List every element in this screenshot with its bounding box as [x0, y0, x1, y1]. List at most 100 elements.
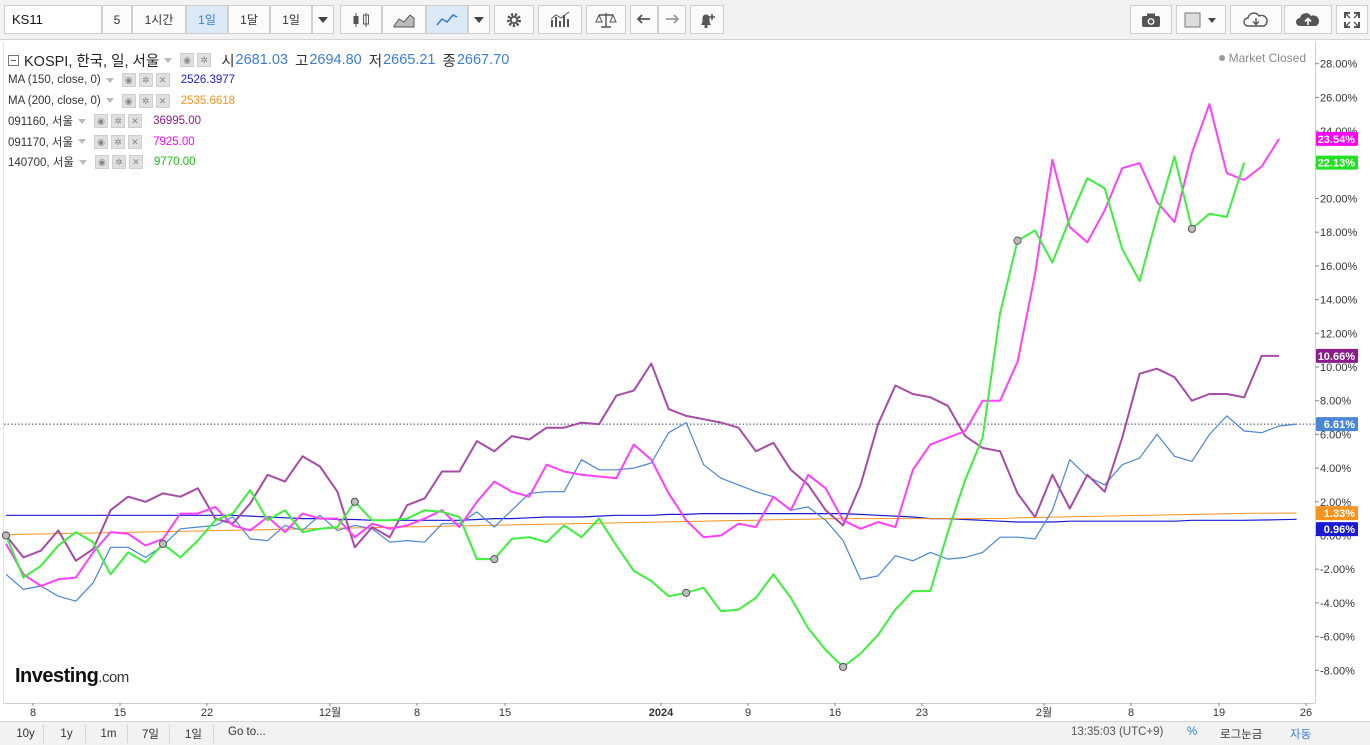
open-label: 시: [221, 53, 235, 70]
x-tick-label: 2024: [649, 707, 674, 719]
low-value: 2665.21: [383, 52, 436, 68]
series-line-091160: [5, 354, 1280, 562]
value-badge-label: 6.61%: [1324, 419, 1355, 431]
x-tick-label: 2월: [1036, 706, 1052, 719]
value-badge-label: 22.13%: [1318, 158, 1356, 170]
y-tick-label: -4.00%: [1320, 598, 1355, 610]
y-tick-label: -2.00%: [1320, 564, 1355, 576]
series-line-091170: [5, 103, 1280, 587]
close-value: 2667.70: [456, 52, 510, 68]
y-tick-label: 6.00%: [1320, 429, 1351, 441]
goto-date-button[interactable]: Go to...: [228, 726, 266, 738]
close-icon[interactable]: ✕: [155, 73, 170, 88]
legend-main-series[interactable]: KOSPI, 한국, 일, 서울 ◉ ✲ 시 2681.03 고 2694.80 저…: [8, 50, 509, 70]
visibility-icon[interactable]: ◉: [180, 53, 195, 67]
legend-item-value: 36995.00: [153, 115, 202, 128]
event-marker: [350, 497, 359, 506]
y-tick-label: -6.00%: [1320, 632, 1355, 644]
range-1y-button[interactable]: 1y: [48, 725, 86, 743]
x-tick-label: 15: [499, 707, 511, 719]
x-tick-label: 15: [114, 707, 126, 719]
y-tick-label: -8.00%: [1320, 665, 1355, 677]
value-badge-label: 10.66%: [1318, 351, 1356, 363]
chevron-down-icon[interactable]: [105, 77, 114, 83]
main-series-name: KOSPI, 한국, 일, 서울: [24, 53, 160, 70]
settings-icon[interactable]: ✲: [138, 73, 153, 88]
x-tick-label: 26: [1300, 707, 1312, 719]
legend-item-label: MA (200, close, 0): [8, 94, 101, 107]
logo-main: Investing: [15, 665, 99, 687]
y-tick-label: 12.00%: [1320, 328, 1358, 340]
chevron-down-icon[interactable]: [78, 159, 87, 165]
bottom-bar: 10y 1y 1m 7일 1일 Go to... 13:35:03 (UTC+9…: [0, 721, 1370, 745]
auto-scale-toggle[interactable]: 자동: [1290, 726, 1311, 742]
y-tick-label: 10.00%: [1320, 362, 1358, 374]
y-tick-label: 14.00%: [1320, 295, 1358, 307]
settings-icon[interactable]: ✲: [111, 134, 126, 149]
y-tick-label: 20.00%: [1320, 194, 1358, 206]
visibility-icon[interactable]: ◉: [94, 134, 109, 149]
y-tick-label: 18.00%: [1320, 227, 1358, 239]
legend-item-ma150[interactable]: MA (150, close, 0) ◉ ✲ ✕ 2526.3977: [8, 70, 509, 91]
event-marker: [682, 588, 691, 597]
value-badge-label: 0.96%: [1324, 524, 1355, 536]
close-label: 종: [442, 53, 456, 70]
close-icon[interactable]: ✕: [128, 114, 143, 129]
x-tick-label: 8: [1128, 707, 1134, 719]
percent-scale-toggle[interactable]: %: [1187, 726, 1197, 738]
range-7d-button[interactable]: 7일: [132, 725, 170, 743]
clock-text: 13:35:03 (UTC+9): [1071, 726, 1164, 738]
y-tick-label: 16.00%: [1320, 261, 1358, 273]
series-line-kospi: [5, 415, 1297, 602]
event-marker: [1187, 224, 1197, 233]
y-tick-label: 4.00%: [1320, 463, 1351, 475]
x-tick-label: 8: [414, 707, 420, 719]
settings-icon[interactable]: ✲: [111, 114, 126, 129]
range-1d-button[interactable]: 1일: [174, 725, 214, 743]
series-line-ma-200: [5, 512, 1297, 536]
legend-item-label: 140700, 서울: [8, 157, 74, 170]
y-tick-label: 28.00%: [1320, 59, 1358, 71]
x-tick-label: 22: [201, 707, 213, 719]
status-dot-icon: [1218, 55, 1225, 61]
event-marker: [1013, 236, 1022, 245]
log-scale-toggle[interactable]: 로그눈금: [1220, 726, 1262, 742]
y-tick-label: 8.00%: [1320, 396, 1351, 408]
legend-item-091160[interactable]: 091160, 서울 ◉ ✲ ✕ 36995.00: [8, 111, 509, 132]
chevron-down-icon[interactable]: [105, 98, 114, 104]
close-icon[interactable]: ✕: [128, 155, 143, 170]
visibility-icon[interactable]: ◉: [121, 93, 136, 108]
series-line-ma-150: [6, 512, 1297, 523]
market-status-text: Market Closed: [1228, 51, 1306, 65]
chevron-down-icon[interactable]: [78, 139, 87, 145]
value-badge-label: 1.33%: [1324, 508, 1355, 520]
close-icon[interactable]: ✕: [155, 93, 170, 108]
legend-item-091170[interactable]: 091170, 서울 ◉ ✲ ✕ 7925.00: [8, 132, 509, 153]
range-10y-button[interactable]: 10y: [8, 725, 44, 743]
open-value: 2681.03: [235, 52, 288, 68]
event-marker: [1, 531, 11, 540]
legend-item-140700[interactable]: 140700, 서울 ◉ ✲ ✕ 9770.00: [8, 152, 509, 173]
legend-item-ma200[interactable]: MA (200, close, 0) ◉ ✲ ✕ 2535.6618: [8, 91, 509, 112]
x-tick-label: 12월: [319, 706, 341, 719]
chevron-down-icon[interactable]: [78, 118, 87, 124]
x-tick-label: 8: [30, 707, 36, 719]
chevron-down-icon[interactable]: [164, 57, 173, 63]
visibility-icon[interactable]: ◉: [94, 155, 109, 170]
event-marker: [839, 662, 848, 672]
close-icon[interactable]: ✕: [128, 134, 143, 149]
y-tick-label: 26.00%: [1320, 92, 1358, 104]
legend-item-label: 091170, 서울: [8, 136, 74, 149]
settings-icon[interactable]: ✲: [111, 155, 126, 170]
visibility-icon[interactable]: ◉: [121, 73, 136, 88]
settings-icon[interactable]: ✲: [138, 93, 153, 108]
settings-icon[interactable]: ✲: [197, 53, 212, 67]
low-label: 저: [368, 53, 383, 70]
collapse-legend-icon[interactable]: [8, 54, 19, 66]
event-marker: [490, 554, 499, 564]
range-1m-button[interactable]: 1m: [90, 725, 128, 743]
event-marker: [158, 539, 168, 549]
legend-item-value: 2526.3977: [180, 74, 236, 87]
visibility-icon[interactable]: ◉: [94, 114, 109, 129]
chart-legend: KOSPI, 한국, 일, 서울 ◉ ✲ 시 2681.03 고 2694.80 저…: [8, 50, 509, 173]
